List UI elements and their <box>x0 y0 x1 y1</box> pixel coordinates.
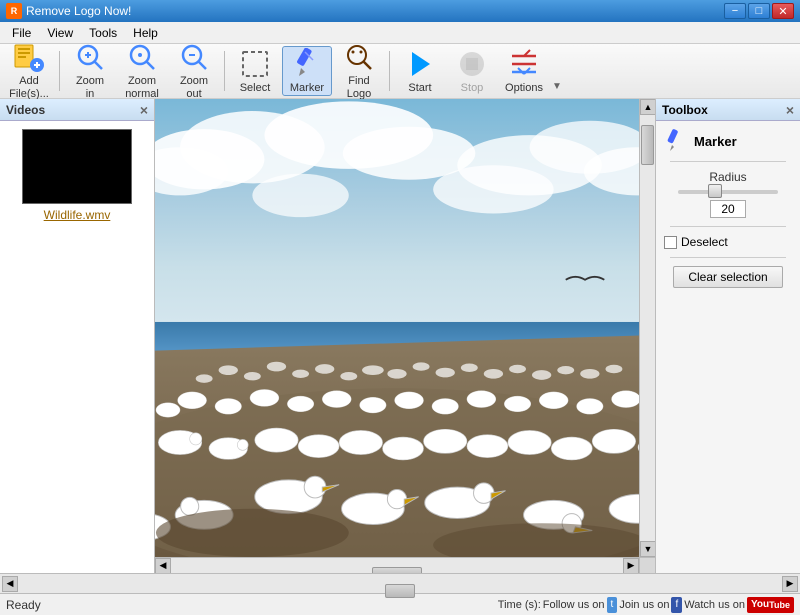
options-icon <box>508 48 540 80</box>
zoom-normal-button[interactable]: Zoom normal <box>117 46 167 96</box>
radius-slider[interactable] <box>673 190 783 194</box>
minimize-button[interactable]: − <box>724 3 746 19</box>
marker-label: Marker <box>290 82 324 94</box>
facebook-badge[interactable]: f <box>671 597 682 613</box>
marker-icon <box>291 48 323 80</box>
select-button[interactable]: Select <box>230 46 280 96</box>
preview-image <box>155 99 639 557</box>
select-icon <box>239 48 271 80</box>
status-right: Time (s): Follow us on t Join us on f Wa… <box>498 597 794 613</box>
app-icon: R <box>6 3 22 19</box>
v-scroll-thumb[interactable] <box>641 125 654 165</box>
menu-bar: File View Tools Help <box>0 22 800 44</box>
start-icon <box>404 48 436 80</box>
toolbox-divider-3 <box>670 257 785 258</box>
menu-tools[interactable]: Tools <box>81 24 125 42</box>
status-watch-label: Watch us on <box>684 599 745 611</box>
slider-thumb[interactable] <box>708 184 722 198</box>
select-label: Select <box>240 82 271 94</box>
options-button[interactable]: Options <box>499 46 549 96</box>
youtube-badge[interactable]: YouTube <box>747 597 794 613</box>
status-join-label: Join us on <box>619 599 669 611</box>
menu-view[interactable]: View <box>39 24 81 42</box>
video-filename[interactable]: Wildlife.wmv <box>44 208 111 222</box>
main-area: Videos × Wildlife.wmv <box>0 99 800 573</box>
deselect-label: Deselect <box>681 235 728 249</box>
toolbox-header: Toolbox × <box>656 99 800 121</box>
toolbox-close-btn[interactable]: × <box>786 102 794 118</box>
stop-label: Stop <box>461 82 484 94</box>
videos-panel-header: Videos × <box>0 99 154 121</box>
zoom-out-icon <box>178 41 210 73</box>
toolbar: Add File(s)... Zoom in Zoom normal <box>0 44 800 99</box>
status-time-label: Time (s): <box>498 599 541 611</box>
twitter-badge[interactable]: t <box>607 597 618 613</box>
radius-value[interactable]: 20 <box>710 200 746 218</box>
video-item[interactable]: Wildlife.wmv <box>0 121 154 230</box>
status-follow-label: Follow us on <box>543 599 605 611</box>
v-scrollbar[interactable]: ▲ ▼ <box>639 99 655 557</box>
toolbox-divider-2 <box>670 226 785 227</box>
h-scroll-left[interactable]: ◀ <box>155 558 171 574</box>
full-h-left[interactable]: ◀ <box>2 576 18 592</box>
clear-selection-button[interactable]: Clear selection <box>673 266 783 288</box>
toolbar-expand-btn[interactable]: ▼ <box>551 46 563 96</box>
tool-title-row: Marker <box>664 129 792 153</box>
find-logo-icon <box>343 41 375 73</box>
zoom-normal-icon <box>126 41 158 73</box>
deselect-checkbox[interactable] <box>664 236 677 249</box>
menu-file[interactable]: File <box>4 24 39 42</box>
video-thumbnail <box>22 129 132 204</box>
stop-button[interactable]: Stop <box>447 46 497 96</box>
v-scroll-up[interactable]: ▲ <box>640 99 655 115</box>
toolbox-title: Toolbox <box>662 103 708 117</box>
add-files-label: Add File(s)... <box>9 75 49 101</box>
start-label: Start <box>408 82 431 94</box>
start-button[interactable]: Start <box>395 46 445 96</box>
videos-panel-close[interactable]: × <box>140 103 148 117</box>
zoom-in-label: Zoom in <box>76 75 104 101</box>
scroll-corner <box>639 557 655 573</box>
options-label: Options <box>505 82 543 94</box>
zoom-normal-label: Zoom normal <box>125 75 159 101</box>
title-bar: R Remove Logo Now! − □ ✕ <box>0 0 800 22</box>
full-h-thumb[interactable] <box>385 584 415 598</box>
radius-label: Radius <box>664 170 792 184</box>
toolbox-panel: Toolbox × Marker Radius 20 De <box>655 99 800 573</box>
add-files-icon <box>13 41 45 73</box>
close-button[interactable]: ✕ <box>772 3 794 19</box>
marker-button[interactable]: Marker <box>282 46 332 96</box>
maximize-button[interactable]: □ <box>748 3 770 19</box>
toolbar-sep-1 <box>59 51 60 91</box>
v-scroll-track <box>640 115 655 541</box>
marker-tool-icon <box>664 129 688 153</box>
menu-help[interactable]: Help <box>125 24 166 42</box>
h-scrollbar[interactable]: ◀ ▶ <box>155 557 639 573</box>
add-files-button[interactable]: Add File(s)... <box>4 46 54 96</box>
toolbox-content: Marker Radius 20 Deselect Clear selectio… <box>656 121 800 296</box>
zoom-out-label: Zoom out <box>180 75 208 101</box>
toolbox-divider <box>670 161 785 162</box>
toolbar-sep-3 <box>389 51 390 91</box>
deselect-row: Deselect <box>664 235 792 249</box>
canvas-area[interactable]: ▲ ▼ ◀ ▶ <box>155 99 655 573</box>
window-controls: − □ ✕ <box>724 3 794 19</box>
stop-icon <box>456 48 488 80</box>
full-h-right[interactable]: ▶ <box>782 576 798 592</box>
full-h-scroll[interactable]: ◀ ▶ <box>0 573 800 593</box>
find-logo-button[interactable]: Find Logo <box>334 46 384 96</box>
slider-track <box>678 190 778 194</box>
toolbar-sep-2 <box>224 51 225 91</box>
videos-panel-title: Videos <box>6 103 45 117</box>
find-logo-label: Find Logo <box>347 75 371 101</box>
zoom-in-icon <box>74 41 106 73</box>
videos-panel: Videos × Wildlife.wmv <box>0 99 155 573</box>
app-title: Remove Logo Now! <box>26 4 724 18</box>
zoom-in-button[interactable]: Zoom in <box>65 46 115 96</box>
h-scroll-right[interactable]: ▶ <box>623 558 639 574</box>
tool-title-label: Marker <box>694 134 737 149</box>
status-ready-text: Ready <box>6 598 498 612</box>
zoom-out-button[interactable]: Zoom out <box>169 46 219 96</box>
v-scroll-down[interactable]: ▼ <box>640 541 655 557</box>
